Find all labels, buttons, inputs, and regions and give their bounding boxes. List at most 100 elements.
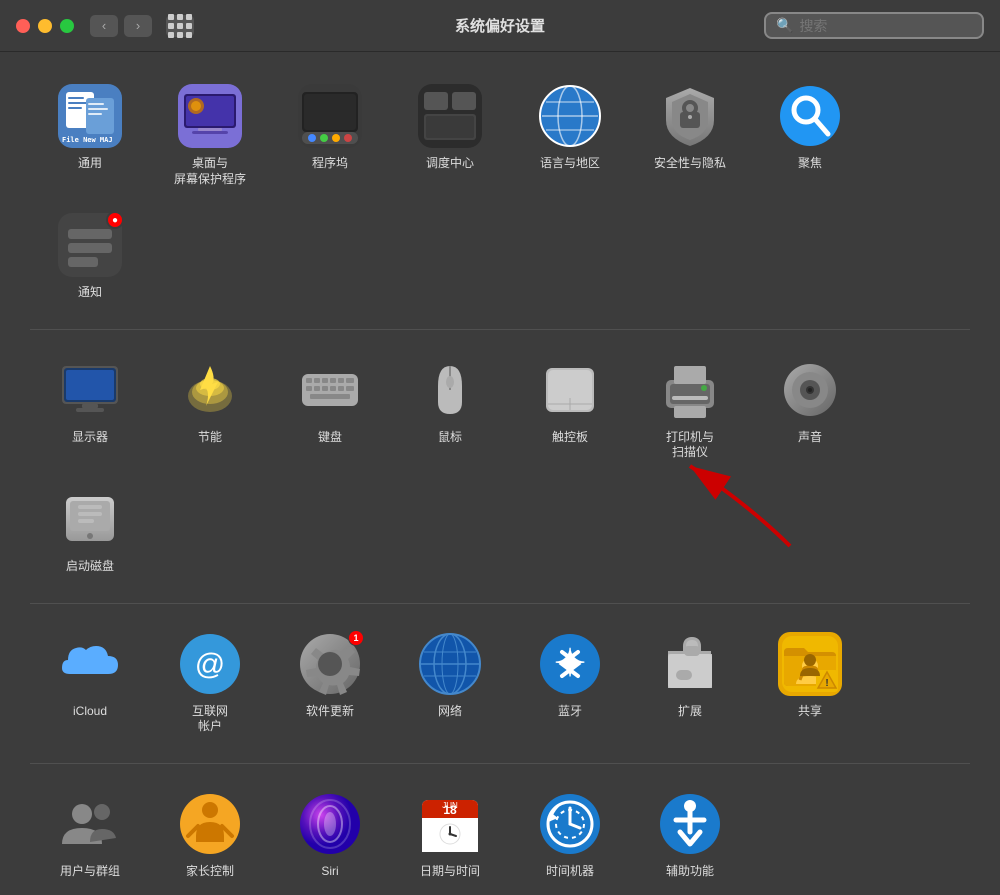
pref-sharing[interactable]: ! 共享 [750, 624, 870, 743]
maximize-button[interactable] [60, 19, 74, 33]
divider-3 [30, 763, 970, 764]
trackpad-icon-img [538, 358, 602, 422]
pref-tongyong[interactable]: File New MAJ 通用 [30, 76, 150, 195]
printer-label: 打印机与扫描仪 [666, 430, 714, 461]
pref-startup[interactable]: 启动磁盘 [30, 479, 150, 583]
startup-icon-img [58, 487, 122, 551]
pref-icloud[interactable]: iCloud [30, 624, 150, 743]
mouse-icon-img [418, 358, 482, 422]
users-label: 用户与群组 [60, 864, 120, 880]
pref-mission[interactable]: 调度中心 [390, 76, 510, 195]
window-title: 系统偏好设置 [455, 15, 545, 36]
svg-text:File New MAJ: File New MAJ [62, 136, 113, 144]
pref-users[interactable]: 用户与群组 [30, 784, 150, 888]
printer-icon-img [658, 358, 722, 422]
pref-network[interactable]: 网络 [390, 624, 510, 743]
main-content: File New MAJ 通用 [0, 52, 1000, 895]
sound-icon-img [778, 358, 842, 422]
sharing-label: 共享 [798, 704, 822, 720]
internet-icon-img: @ [178, 632, 242, 696]
mission-icon-img [418, 84, 482, 148]
users-icon-img [58, 792, 122, 856]
network-label: 网络 [438, 704, 462, 720]
tongyong-icon-img: File New MAJ [58, 84, 122, 148]
minimize-button[interactable] [38, 19, 52, 33]
pref-dock[interactable]: 程序坞 [270, 76, 390, 195]
pref-bluetooth[interactable]: ✦ 蓝牙 [510, 624, 630, 743]
dock-icon-img [298, 84, 362, 148]
tongyong-label: 通用 [78, 156, 102, 172]
icloud-label: iCloud [73, 704, 107, 720]
bluetooth-icon-img: ✦ [538, 632, 602, 696]
svg-text:JUN: JUN [442, 801, 458, 810]
section-internet: iCloud @ 互联网帐户 [30, 624, 970, 743]
close-button[interactable] [16, 19, 30, 33]
datetime-icon-img: 18 JUN [418, 792, 482, 856]
pref-internet[interactable]: @ 互联网帐户 [150, 624, 270, 743]
parental-label: 家长控制 [186, 864, 234, 880]
internet-label: 互联网帐户 [192, 704, 228, 735]
icon-grid-1: File New MAJ 通用 [30, 76, 970, 309]
parental-icon-img [178, 792, 242, 856]
startup-label: 启动磁盘 [66, 559, 114, 575]
svg-text:@: @ [195, 648, 225, 681]
accessibility-icon-img [658, 792, 722, 856]
section-personal: File New MAJ 通用 [30, 76, 970, 309]
pref-energy[interactable]: 节能 [150, 350, 270, 469]
display-label: 显示器 [72, 430, 108, 446]
pref-printer[interactable]: 打印机与扫描仪 [630, 350, 750, 469]
language-icon-img [538, 84, 602, 148]
pref-mouse[interactable]: 鼠标 [390, 350, 510, 469]
datetime-label: 日期与时间 [420, 864, 480, 880]
pref-datetime[interactable]: 18 JUN 日期与时间 [390, 784, 510, 888]
divider-1 [30, 329, 970, 330]
pref-desktop[interactable]: 桌面与屏幕保护程序 [150, 76, 270, 195]
search-input[interactable] [799, 18, 972, 34]
pref-siri[interactable]: Siri [270, 784, 390, 888]
pref-language[interactable]: 语言与地区 [510, 76, 630, 195]
pref-extensions[interactable]: 扩展 [630, 624, 750, 743]
pref-spotlight[interactable]: 聚焦 [750, 76, 870, 195]
pref-sound[interactable]: 声音 [750, 350, 870, 469]
pref-keyboard[interactable]: 键盘 [270, 350, 390, 469]
pref-security[interactable]: 安全性与隐私 [630, 76, 750, 195]
desktop-label: 桌面与屏幕保护程序 [174, 156, 246, 187]
software-icon-img: 1 [298, 632, 362, 696]
siri-icon-img [298, 792, 362, 856]
window-controls [16, 19, 74, 33]
energy-icon-img [178, 358, 242, 422]
accessibility-label: 辅助功能 [666, 864, 714, 880]
pref-software[interactable]: 1 软件更新 [270, 624, 390, 743]
icon-grid-2: 显示器 节能 [30, 350, 970, 583]
extensions-icon-img [658, 632, 722, 696]
pref-parental[interactable]: 家长控制 [150, 784, 270, 888]
software-label: 软件更新 [306, 704, 354, 720]
pref-notification[interactable]: ● 通知 [30, 205, 150, 309]
extensions-label: 扩展 [678, 704, 702, 720]
desktop-icon-img [178, 84, 242, 148]
pref-accessibility[interactable]: 辅助功能 [630, 784, 750, 888]
forward-button[interactable]: › [124, 15, 152, 37]
keyboard-label: 键盘 [318, 430, 342, 446]
software-badge: 1 [348, 630, 364, 646]
notification-icon-img: ● [58, 213, 122, 277]
pref-trackpad[interactable]: 触控板 [510, 350, 630, 469]
pref-timemachine[interactable]: 时间机器 [510, 784, 630, 888]
security-icon-img [658, 84, 722, 148]
nav-buttons: ‹ › [90, 15, 194, 37]
energy-label: 节能 [198, 430, 222, 446]
grid-view-button[interactable] [166, 15, 194, 37]
pref-display[interactable]: 显示器 [30, 350, 150, 469]
timemachine-icon-img [538, 792, 602, 856]
spotlight-icon-img [778, 84, 842, 148]
search-box[interactable]: 🔍 [764, 12, 984, 39]
trackpad-label: 触控板 [552, 430, 588, 446]
icon-grid-3: iCloud @ 互联网帐户 [30, 624, 970, 743]
keyboard-icon-img [298, 358, 362, 422]
svg-text:!: ! [825, 678, 828, 689]
display-icon-img [58, 358, 122, 422]
back-button[interactable]: ‹ [90, 15, 118, 37]
notification-label: 通知 [78, 285, 102, 301]
network-icon-img [418, 632, 482, 696]
language-label: 语言与地区 [540, 156, 600, 172]
